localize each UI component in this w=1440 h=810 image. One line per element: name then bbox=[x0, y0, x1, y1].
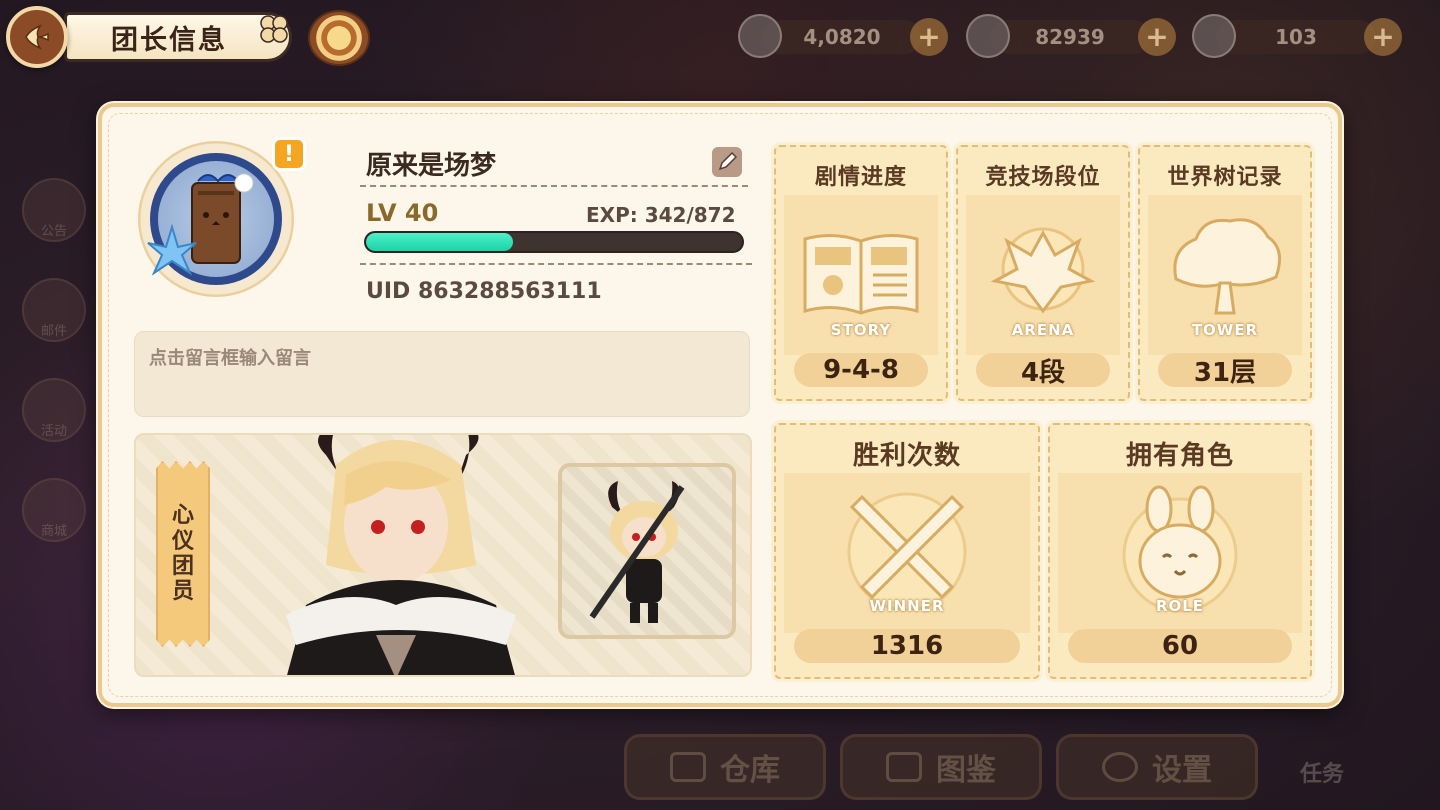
wins-title: 胜利次数 bbox=[852, 441, 961, 471]
tower-caption: TOWER bbox=[1191, 321, 1259, 339]
top-bar: 团长信息 4,0820 + 82939 + 103 + bbox=[0, 0, 1440, 76]
clover-icon bbox=[260, 15, 288, 43]
arena-caption: ARENA bbox=[1011, 321, 1075, 339]
edit-name-icon[interactable] bbox=[712, 147, 742, 177]
player-exp: EXP: 342/872 bbox=[586, 203, 736, 227]
coin-add-button[interactable]: + bbox=[1138, 18, 1176, 56]
exp-progress-bar bbox=[364, 231, 744, 253]
arena-rank-card[interactable]: 竞技场段位 ARENA 4段 bbox=[956, 145, 1130, 401]
arena-title: 竞技场段位 bbox=[985, 165, 1101, 190]
victory-count-card[interactable]: 胜利次数 WINNER 1316 bbox=[774, 423, 1040, 679]
message-input[interactable]: 点击留言框输入留言 bbox=[134, 331, 750, 417]
player-uid: UID 863288563111 bbox=[366, 279, 602, 304]
divider bbox=[360, 263, 752, 265]
chibi-character-sprite bbox=[589, 481, 685, 623]
favorite-character-portrait bbox=[286, 435, 516, 675]
alert-badge: ! bbox=[272, 137, 306, 171]
divider bbox=[360, 185, 748, 187]
story-caption: STORY bbox=[830, 321, 892, 339]
carrot-add-button[interactable]: + bbox=[1364, 18, 1402, 56]
coin-icon bbox=[966, 14, 1010, 58]
player-name: 原来是场梦 bbox=[366, 151, 497, 181]
avatar[interactable]: ! bbox=[132, 137, 306, 307]
tower-title: 世界树记录 bbox=[1167, 165, 1283, 190]
roles-value: 60 bbox=[1068, 629, 1292, 663]
carrot-icon bbox=[1192, 14, 1236, 58]
back-arrow-icon bbox=[25, 24, 49, 50]
carrot-counter: 103 bbox=[1216, 20, 1376, 54]
world-tree-icon bbox=[1173, 218, 1282, 315]
wins-value: 1316 bbox=[794, 629, 1020, 663]
coin-counter: 82939 bbox=[990, 20, 1150, 54]
roles-title: 拥有角色 bbox=[1125, 441, 1234, 471]
page-title: 团长信息 bbox=[111, 24, 227, 56]
roles-caption: ROLE bbox=[1155, 597, 1205, 615]
tower-value: 31层 bbox=[1158, 353, 1292, 388]
back-button[interactable] bbox=[6, 6, 68, 68]
favorite-label-char: 仪 bbox=[171, 528, 194, 554]
favorite-member-banner: 心 仪 团 员 bbox=[156, 461, 210, 647]
wins-caption: WINNER bbox=[869, 597, 945, 615]
guild-emblem-icon[interactable] bbox=[308, 10, 370, 66]
story-progress-card[interactable]: 剧情进度 STORY 9-4-8 bbox=[774, 145, 948, 401]
crystal-flower-icon bbox=[147, 223, 197, 276]
leader-info-panel: ! 原来是场梦 LV 40 EXP: 342/872 UID 863288563… bbox=[98, 103, 1342, 707]
stamina-icon bbox=[738, 14, 782, 58]
stamina-add-button[interactable]: + bbox=[910, 18, 948, 56]
chibi-character-frame[interactable] bbox=[558, 463, 736, 639]
stamina-counter: 4,0820 bbox=[762, 20, 922, 54]
book-icon bbox=[803, 234, 919, 315]
favorite-label-char: 团 bbox=[171, 554, 194, 579]
story-title: 剧情进度 bbox=[814, 165, 907, 190]
message-placeholder: 点击留言框输入留言 bbox=[149, 348, 311, 369]
tower-record-card[interactable]: 世界树记录 TOWER 31层 bbox=[1138, 145, 1312, 401]
exp-progress-fill bbox=[366, 233, 513, 251]
favorite-member-panel[interactable]: 心 仪 团 员 bbox=[134, 433, 752, 677]
arena-eagle-icon bbox=[990, 227, 1096, 314]
favorite-label-char: 心 bbox=[171, 503, 194, 529]
owned-characters-card[interactable]: 拥有角色 ROLE 60 bbox=[1048, 423, 1312, 679]
story-value: 9-4-8 bbox=[794, 353, 928, 387]
arena-value: 4段 bbox=[976, 353, 1110, 388]
favorite-label-char: 员 bbox=[171, 579, 194, 605]
player-level: LV 40 bbox=[366, 199, 439, 227]
